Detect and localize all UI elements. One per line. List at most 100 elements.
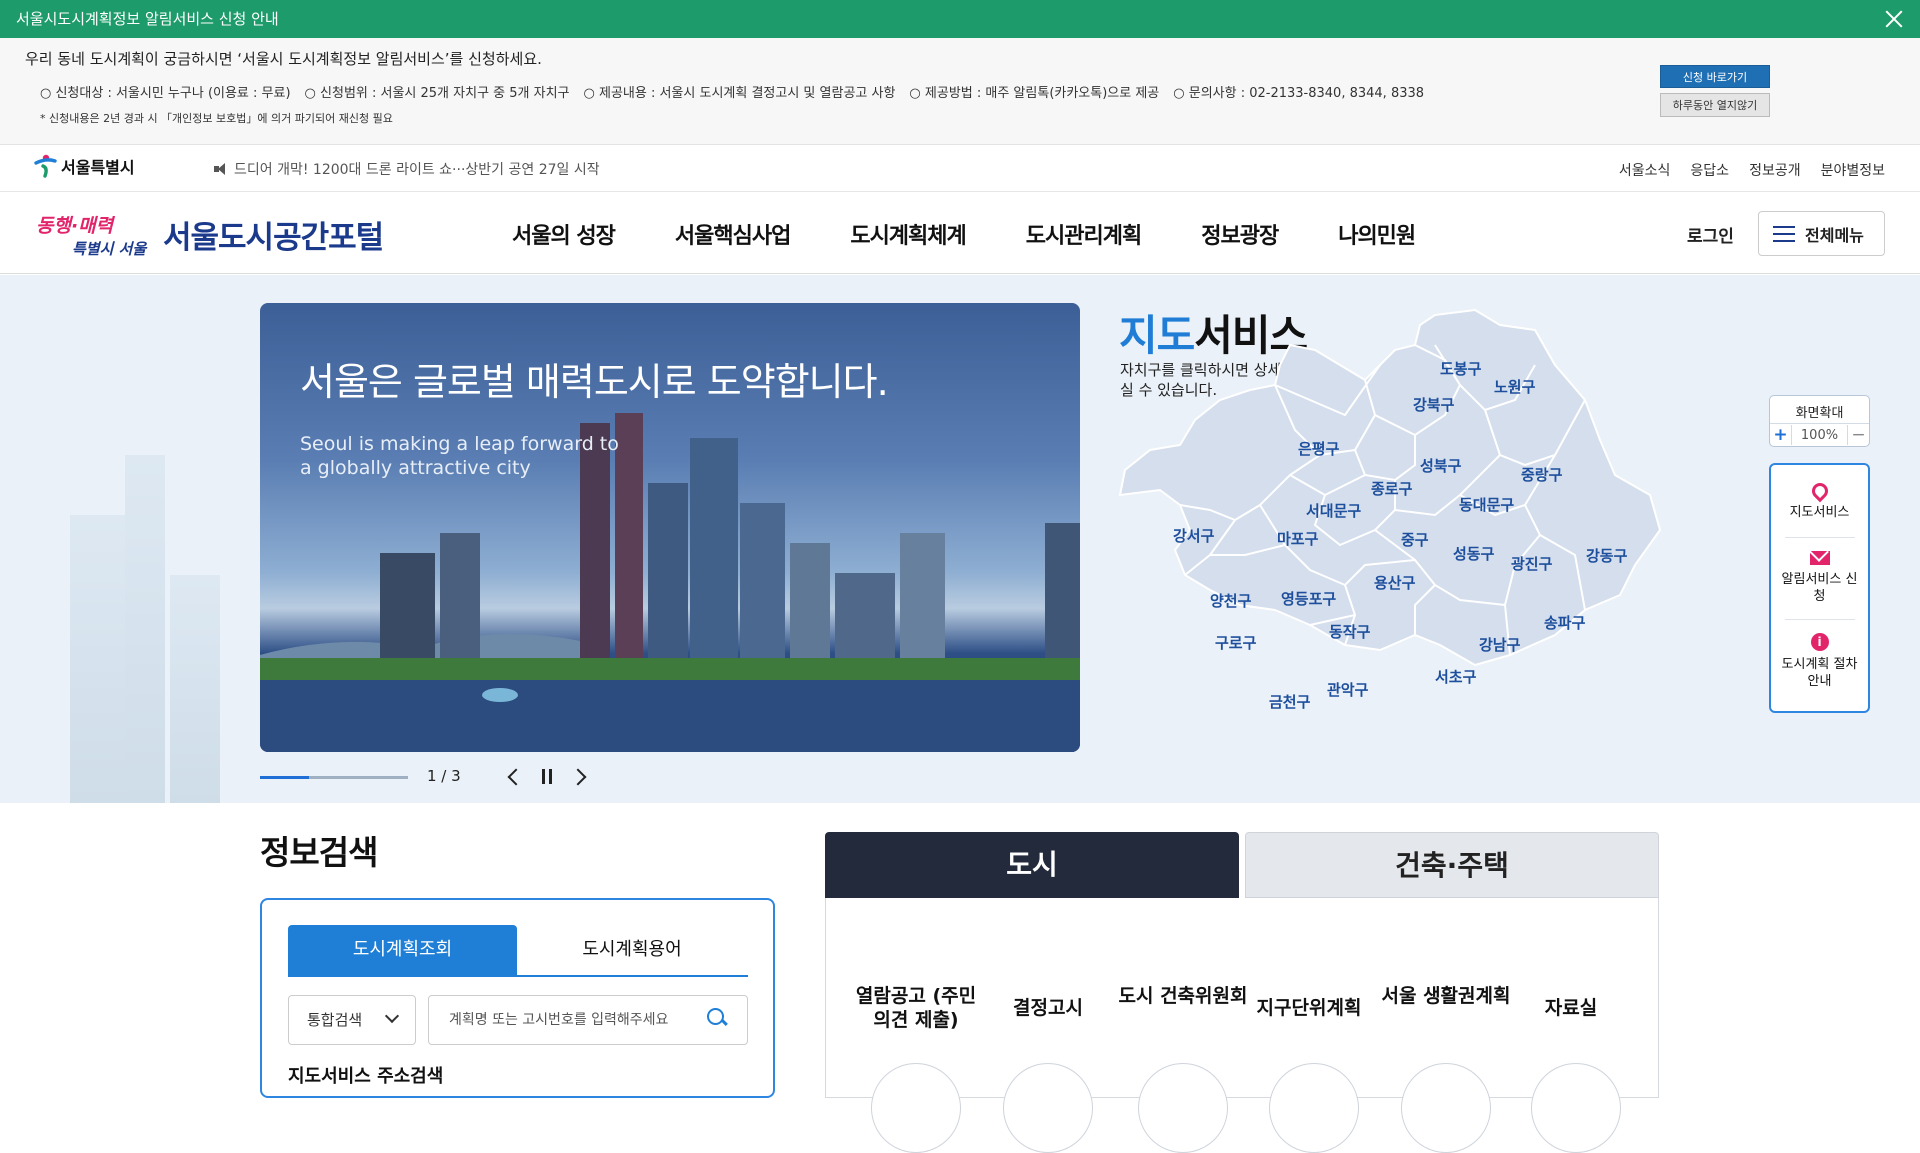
district-seodaemun[interactable]: 서대문구	[1306, 500, 1361, 521]
search-box: 도시계획조회 도시계획용어 통합검색 지도서비스 주소검색	[260, 898, 775, 1098]
quick-map-service[interactable]: 지도서비스	[1771, 479, 1868, 521]
district-yangcheon[interactable]: 양천구	[1210, 590, 1251, 611]
next-slide-icon[interactable]	[570, 766, 592, 788]
hero-section: 서울은 글로벌 매력도시로 도약합니다. Seoul is making a l…	[0, 275, 1920, 803]
zoom-in-button[interactable]: +	[1770, 425, 1792, 445]
district-jungnang[interactable]: 중랑구	[1521, 464, 1562, 485]
notice-footnote: * 신청내용은 2년 경과 시 「개인정보 보호법」에 의거 파기되어 재신청 …	[40, 112, 393, 125]
district-nowon[interactable]: 노원구	[1494, 376, 1535, 397]
util-link-eungdapso[interactable]: 응답소	[1690, 160, 1729, 180]
all-menu-button[interactable]: 전체메뉴	[1758, 211, 1885, 256]
category-city-committee[interactable]: 도시 건축위원회	[1118, 984, 1248, 1008]
utility-links: 서울소식 응답소 정보공개 분야별정보	[1619, 160, 1885, 180]
svg-text:특별시 서울: 특별시 서울	[72, 240, 148, 258]
district-seongbuk[interactable]: 성북구	[1420, 455, 1461, 476]
quick-label: 알림서비스 신청	[1781, 572, 1858, 604]
mail-icon	[1809, 551, 1830, 565]
hero-slide[interactable]: 서울은 글로벌 매력도시로 도약합니다. Seoul is making a l…	[260, 303, 1080, 752]
notice-title: 서울시도시계획정보 알림서비스 신청 안내	[16, 10, 279, 28]
nav-growth[interactable]: 서울의 성장	[512, 218, 616, 250]
login-link[interactable]: 로그인	[1687, 222, 1734, 247]
tab-planning-terms[interactable]: 도시계획용어	[517, 925, 747, 975]
search-icon[interactable]	[707, 1008, 727, 1028]
category-archive[interactable]: 자료실	[1506, 996, 1636, 1020]
category-decision-notice[interactable]: 결정고시	[983, 996, 1113, 1020]
notice-body: 우리 동네 도시계획이 궁금하시면 ‘서울시 도시계획정보 알림서비스’를 신청…	[0, 38, 1920, 145]
district-jongno[interactable]: 종로구	[1371, 478, 1412, 499]
slogan-logo[interactable]: 동행·매력 특별시 서울	[34, 210, 149, 260]
pause-icon[interactable]	[536, 766, 558, 788]
hero-title: 서울은 글로벌 매력도시로 도약합니다.	[300, 360, 889, 404]
district-yongsan[interactable]: 용산구	[1374, 572, 1415, 593]
notice-item: ○ 제공내용 : 서울시 도시계획 결정고시 및 열람공고 사항	[583, 86, 896, 101]
nav-my-petitions[interactable]: 나의민원	[1338, 218, 1416, 250]
notice-item: ○ 문의사항 : 02-2133-8340, 8344, 8338	[1173, 86, 1425, 101]
notice-item: ○ 제공방법 : 매주 알림톡(카카오톡)으로 제공	[909, 86, 1160, 101]
district-gangseo[interactable]: 강서구	[1173, 525, 1214, 546]
district-songpa[interactable]: 송파구	[1544, 612, 1585, 633]
select-value: 통합검색	[307, 1011, 363, 1029]
quick-label: 도시계획 절차안내	[1781, 657, 1858, 689]
category-district-unit-plan[interactable]: 지구단위계획	[1244, 996, 1374, 1020]
info-icon: i	[1810, 633, 1829, 651]
district-dongdaemun[interactable]: 동대문구	[1459, 494, 1514, 515]
district-eunpyeong[interactable]: 은평구	[1298, 438, 1339, 459]
tab-underline	[288, 975, 748, 977]
category-living-zone-plan[interactable]: 서울 생활권계획	[1381, 984, 1511, 1008]
district-seocho[interactable]: 서초구	[1435, 666, 1476, 687]
nav-planning-system[interactable]: 도시계획체계	[850, 218, 966, 250]
district-dongjak[interactable]: 동작구	[1329, 621, 1370, 642]
district-gwanak[interactable]: 관악구	[1327, 679, 1368, 700]
district-dobong[interactable]: 도봉구	[1440, 358, 1481, 379]
notice-item: ○ 신청대상 : 서울시민 누구나 (이용료 : 무료)	[40, 86, 291, 101]
category-icon-circle	[871, 1063, 961, 1153]
tab-planning-lookup[interactable]: 도시계획조회	[288, 925, 517, 975]
ticker-text[interactable]: 드디어 개막! 1200대 드론 라이트 쇼···상반기 공연 27일 시작	[234, 159, 600, 179]
hide-today-button[interactable]: 하루동안 열지않기	[1660, 93, 1770, 117]
quick-alert-apply[interactable]: 알림서비스 신청	[1771, 551, 1868, 605]
slide-controls: 1 / 3	[260, 764, 660, 792]
apply-button[interactable]: 신청 바로가기	[1660, 65, 1770, 88]
nav-management-plan[interactable]: 도시관리계획	[1026, 218, 1142, 250]
util-link-fields[interactable]: 분야별정보	[1821, 160, 1885, 180]
district-mapo[interactable]: 마포구	[1277, 528, 1318, 549]
district-yeongdeungpo[interactable]: 영등포구	[1281, 588, 1336, 609]
seoul-logo[interactable]: 서울특별시	[33, 154, 135, 178]
zoom-value: 100%	[1800, 427, 1839, 443]
background-building	[125, 455, 165, 803]
divider	[1785, 619, 1855, 620]
tab-architecture-housing[interactable]: 건축·주택	[1245, 832, 1659, 898]
prev-slide-icon[interactable]	[503, 766, 525, 788]
utility-bar: 서울특별시 드디어 개막! 1200대 드론 라이트 쇼···상반기 공연 27…	[0, 146, 1920, 192]
slide-progress	[260, 776, 408, 779]
util-link-disclosure[interactable]: 정보공개	[1749, 160, 1801, 180]
zoom-label: 화면확대	[1795, 406, 1844, 421]
map-pin-icon	[1808, 479, 1831, 503]
portal-title[interactable]: 서울도시공간포털	[163, 212, 384, 257]
search-input[interactable]	[428, 995, 748, 1045]
background-building	[70, 515, 125, 803]
district-gwangjin[interactable]: 광진구	[1511, 553, 1552, 574]
svg-text:동행·매력: 동행·매력	[36, 215, 116, 237]
tab-city[interactable]: 도시	[825, 832, 1239, 898]
quick-procedure-guide[interactable]: i 도시계획 절차안내	[1771, 633, 1868, 690]
district-guro[interactable]: 구로구	[1215, 632, 1256, 653]
close-icon[interactable]	[1882, 7, 1906, 31]
district-gangdong[interactable]: 강동구	[1586, 545, 1627, 566]
category-public-notice[interactable]: 열람공고 (주민의견 제출)	[851, 984, 981, 1032]
speaker-icon	[214, 163, 228, 175]
district-seongdong[interactable]: 성동구	[1453, 543, 1494, 564]
district-gangnam[interactable]: 강남구	[1479, 634, 1520, 655]
news-ticker[interactable]: 드디어 개막! 1200대 드론 라이트 쇼···상반기 공연 27일 시작	[214, 159, 600, 179]
seoul-logo-label: 서울특별시	[61, 158, 135, 177]
search-scope-select[interactable]: 통합검색	[288, 995, 416, 1045]
district-jung[interactable]: 중구	[1401, 529, 1429, 550]
district-geumcheon[interactable]: 금천구	[1269, 691, 1310, 712]
search-section-title: 정보검색	[260, 833, 378, 872]
district-gangbuk[interactable]: 강북구	[1413, 394, 1454, 415]
zoom-out-button[interactable]: −	[1847, 425, 1869, 445]
nav-info-plaza[interactable]: 정보광장	[1201, 218, 1279, 250]
util-link-news[interactable]: 서울소식	[1619, 160, 1671, 180]
nav-core-projects[interactable]: 서울핵심사업	[675, 218, 791, 250]
main-nav: 서울의 성장 서울핵심사업 도시계획체계 도시관리계획 정보광장 나의민원	[512, 218, 1475, 250]
